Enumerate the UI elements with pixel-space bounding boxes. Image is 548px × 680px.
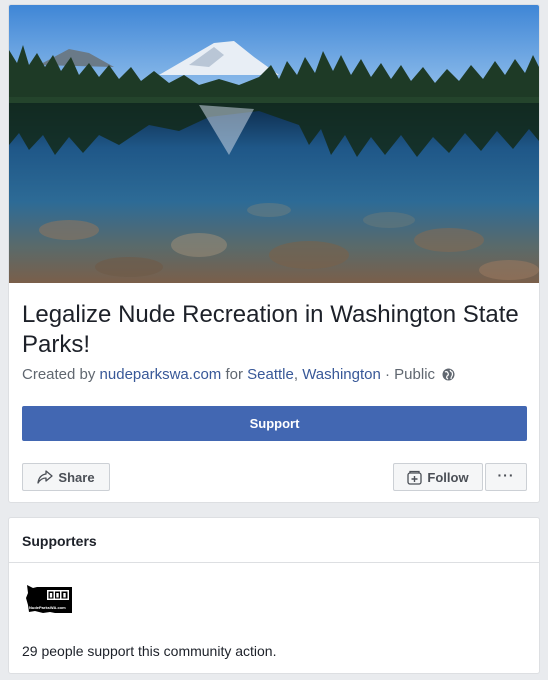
event-title: Legalize Nude Recreation in Washington S…	[22, 301, 519, 358]
more-options-button[interactable]: ···	[485, 463, 527, 491]
share-label: Share	[58, 469, 95, 485]
location-state-link[interactable]: Washington	[302, 366, 381, 383]
logo-caption: NudeParksWA.com	[29, 605, 66, 610]
event-card: Legalize Nude Recreation in Washington S…	[8, 4, 540, 503]
location-separator: ,	[293, 366, 299, 383]
supporters-header: Supporters	[22, 533, 97, 549]
privacy-label: · Public	[385, 366, 436, 383]
washington-logo-icon	[26, 585, 72, 613]
for-label: for	[225, 366, 243, 383]
location-city-link[interactable]: Seattle	[247, 366, 294, 383]
share-icon	[37, 470, 54, 484]
cover-photo[interactable]	[9, 5, 539, 283]
supporters-summary: 29 people support this community action.	[22, 643, 277, 659]
globe-icon	[442, 368, 455, 385]
follow-icon	[407, 470, 423, 485]
creator-link[interactable]: nudeparkswa.com	[100, 366, 222, 383]
supporter-avatar[interactable]: NudeParksWA.com	[25, 583, 74, 617]
support-button[interactable]: Support	[22, 406, 527, 441]
more-icon: ···	[497, 467, 515, 483]
divider	[9, 562, 539, 563]
follow-label: Follow	[427, 469, 469, 485]
supporters-card: Supporters NudeParksWA.com 29 people sup…	[8, 517, 540, 674]
share-button[interactable]: Share	[22, 463, 110, 491]
event-meta: Created by nudeparkswa.com for Seattle, …	[22, 366, 455, 385]
follow-button[interactable]: Follow	[393, 463, 483, 491]
created-by-label: Created by	[22, 366, 96, 383]
